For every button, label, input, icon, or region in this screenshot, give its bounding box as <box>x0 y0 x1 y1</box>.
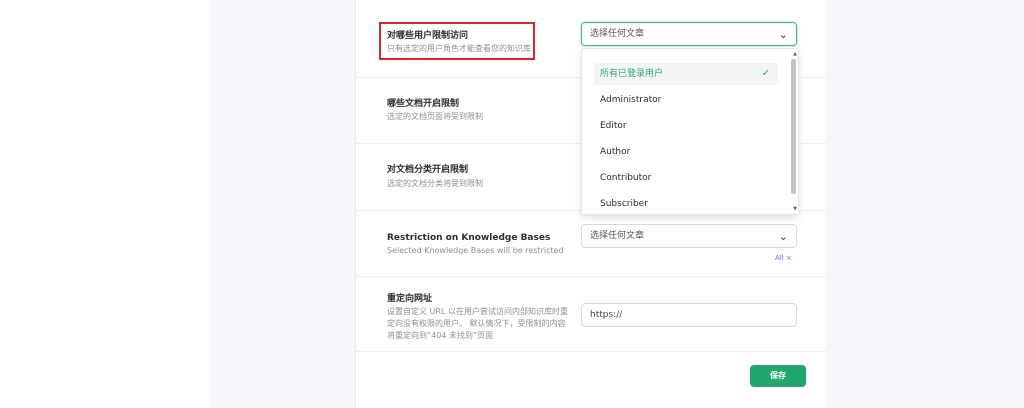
check-icon: ✓ <box>761 68 770 79</box>
row-description: 选定的文档分类将受到限制 <box>387 179 483 188</box>
row-label: 哪些文档开启限制 <box>387 99 460 109</box>
dropdown-option[interactable]: Editor <box>594 115 778 137</box>
kb-select[interactable]: 选择任何文章 ⌄ <box>581 224 797 248</box>
kb-tag-all[interactable]: All × <box>775 254 792 262</box>
save-button[interactable]: 保存 <box>750 365 806 387</box>
highlight-annotation <box>379 22 535 60</box>
row-description-line: 定向没有权限的用户。 默认情况下，受限制的内容 <box>387 319 566 328</box>
redirect-url-input[interactable]: https:// <box>581 303 797 327</box>
dropdown-option[interactable]: 所有已登录用户 ✓ <box>594 63 778 85</box>
left-gutter <box>0 0 210 408</box>
scroll-down-icon[interactable]: ▼ <box>793 206 797 212</box>
dropdown-option[interactable]: Contributor <box>594 167 778 189</box>
user-role-select[interactable]: 选择任何文章 ⌄ <box>581 22 797 46</box>
scroll-up-icon[interactable]: ▲ <box>793 51 797 57</box>
dropdown-option[interactable]: Subscriber <box>594 193 778 214</box>
select-value: 选择任何文章 <box>590 231 645 241</box>
close-icon[interactable]: × <box>786 254 792 262</box>
right-background <box>826 0 1024 408</box>
select-value: 选择任何文章 <box>590 29 645 39</box>
row-description: 选定的文档页面将受到限制 <box>387 112 483 121</box>
input-placeholder: https:// <box>590 310 623 320</box>
content-background <box>210 0 357 408</box>
row-description-line: 将重定向到“404 未找到”页面 <box>387 331 494 340</box>
row-label: 对文档分类开启限制 <box>387 165 469 175</box>
scrollbar-thumb[interactable] <box>791 59 796 194</box>
row-label: 重定向网址 <box>387 294 433 304</box>
option-label: 所有已登录用户 <box>600 69 664 79</box>
chevron-down-icon[interactable]: ⌄ <box>779 24 788 46</box>
row-description: Selected Knowledge Bases will be restric… <box>387 246 564 255</box>
role-dropdown-menu: 所有已登录用户 ✓ Administrator Editor Author Co… <box>581 48 799 215</box>
settings-panel: 对哪些用户限制访问 只有选定的用户角色才能查看您的知识库 选择任何文章 ⌄ 哪些… <box>356 0 826 408</box>
row-description-line: 设置自定义 URL 以在用户尝试访问内部知识库时重 <box>387 307 568 316</box>
dropdown-option[interactable]: Administrator <box>594 89 778 111</box>
row-label: Restriction on Knowledge Bases <box>387 233 551 243</box>
dropdown-option[interactable]: Author <box>594 141 778 163</box>
tag-label: All <box>775 254 784 262</box>
chevron-down-icon[interactable]: ⌄ <box>779 226 788 248</box>
